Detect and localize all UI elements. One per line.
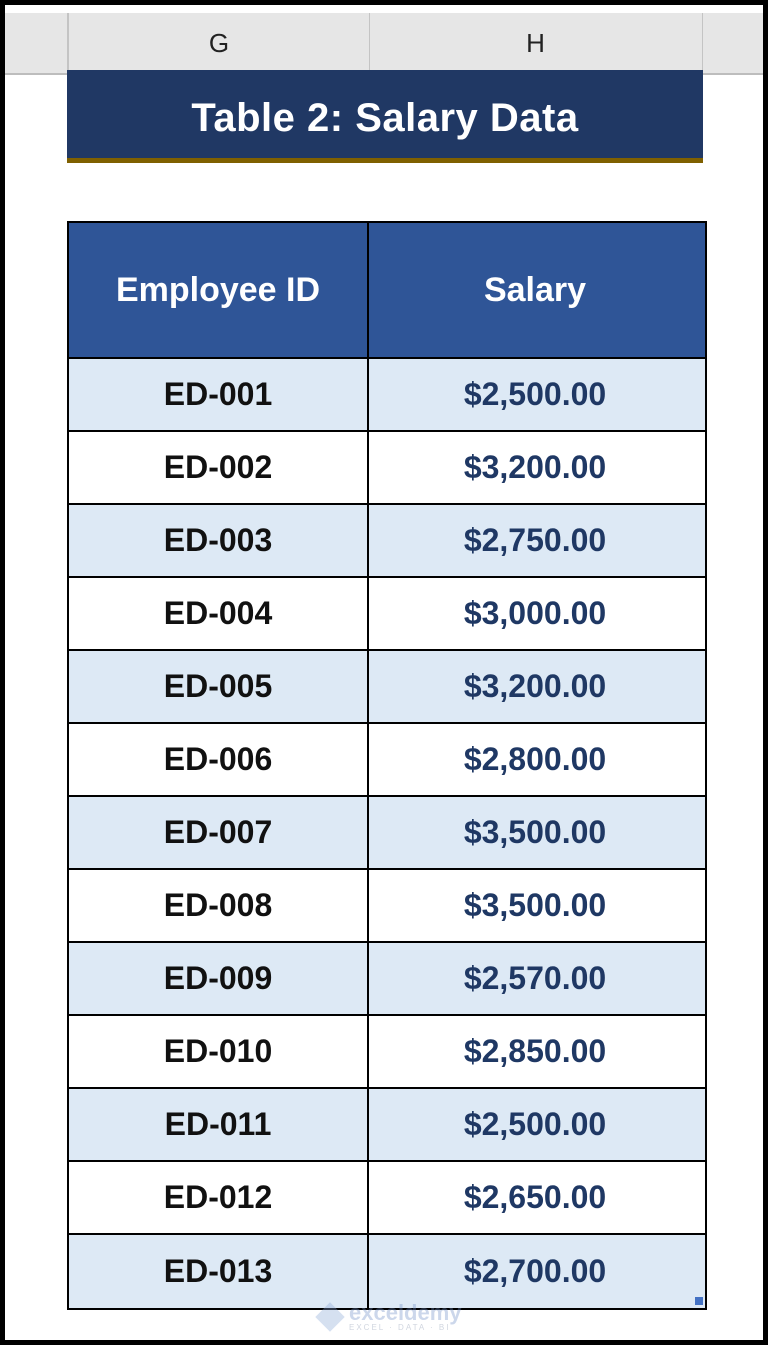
- header-employee-id[interactable]: Employee ID: [69, 223, 369, 357]
- table-title-cell[interactable]: Table 2: Salary Data: [67, 70, 703, 163]
- exceldemy-logo-icon: [315, 1302, 345, 1332]
- table-row: ED-010 $2,850.00: [69, 1016, 705, 1089]
- table-row: ED-003 $2,750.00: [69, 505, 705, 578]
- employee-id-cell[interactable]: ED-011: [69, 1089, 369, 1160]
- employee-id-cell[interactable]: ED-009: [69, 943, 369, 1014]
- watermark-name: exceldemy: [349, 1300, 462, 1325]
- salary-cell[interactable]: $3,500.00: [369, 797, 701, 868]
- column-header-blank[interactable]: [5, 13, 68, 73]
- table-row: ED-012 $2,650.00: [69, 1162, 705, 1235]
- employee-id-cell[interactable]: ED-001: [69, 359, 369, 430]
- table-row: ED-006 $2,800.00: [69, 724, 705, 797]
- spreadsheet-area: G H Table 2: Salary Data Employee ID Sal…: [5, 5, 763, 1340]
- employee-id-cell[interactable]: ED-005: [69, 651, 369, 722]
- employee-id-cell[interactable]: ED-006: [69, 724, 369, 795]
- table-resize-handle[interactable]: [695, 1297, 703, 1305]
- salary-cell[interactable]: $3,500.00: [369, 870, 701, 941]
- employee-id-cell[interactable]: ED-007: [69, 797, 369, 868]
- column-header-h[interactable]: H: [369, 13, 703, 73]
- table-row: ED-005 $3,200.00: [69, 651, 705, 724]
- salary-table: Employee ID Salary ED-001 $2,500.00 ED-002…: [67, 221, 707, 1310]
- employee-id-cell[interactable]: ED-003: [69, 505, 369, 576]
- table-row: ED-011 $2,500.00: [69, 1089, 705, 1162]
- watermark: exceldemy EXCEL · DATA · BI: [315, 1300, 462, 1332]
- column-header-next[interactable]: [703, 13, 763, 73]
- salary-cell[interactable]: $2,750.00: [369, 505, 701, 576]
- salary-cell[interactable]: $2,800.00: [369, 724, 701, 795]
- employee-id-cell[interactable]: ED-008: [69, 870, 369, 941]
- salary-cell[interactable]: $2,500.00: [369, 1089, 701, 1160]
- employee-id-cell[interactable]: ED-002: [69, 432, 369, 503]
- table-row: ED-004 $3,000.00: [69, 578, 705, 651]
- table-row: ED-007 $3,500.00: [69, 797, 705, 870]
- employee-id-cell[interactable]: ED-004: [69, 578, 369, 649]
- table-row: ED-013 $2,700.00: [69, 1235, 705, 1308]
- employee-id-cell[interactable]: ED-010: [69, 1016, 369, 1087]
- table-title: Table 2: Salary Data: [191, 95, 579, 140]
- header-salary[interactable]: Salary: [369, 223, 701, 357]
- salary-cell[interactable]: $3,200.00: [369, 651, 701, 722]
- table-row: ED-009 $2,570.00: [69, 943, 705, 1016]
- salary-cell[interactable]: $2,500.00: [369, 359, 701, 430]
- table-row: ED-002 $3,200.00: [69, 432, 705, 505]
- watermark-tagline: EXCEL · DATA · BI: [349, 1323, 451, 1332]
- salary-cell[interactable]: $2,850.00: [369, 1016, 701, 1087]
- column-header-g[interactable]: G: [68, 13, 370, 73]
- table-row: ED-008 $3,500.00: [69, 870, 705, 943]
- employee-id-cell[interactable]: ED-012: [69, 1162, 369, 1233]
- employee-id-cell[interactable]: ED-013: [69, 1235, 369, 1308]
- salary-cell[interactable]: $2,570.00: [369, 943, 701, 1014]
- column-header-bar: G H: [5, 13, 763, 75]
- salary-cell[interactable]: $2,650.00: [369, 1162, 701, 1233]
- salary-cell[interactable]: $2,700.00: [369, 1235, 701, 1308]
- salary-cell[interactable]: $3,000.00: [369, 578, 701, 649]
- table-row: ED-001 $2,500.00: [69, 359, 705, 432]
- table-header-row: Employee ID Salary: [69, 223, 705, 359]
- salary-cell[interactable]: $3,200.00: [369, 432, 701, 503]
